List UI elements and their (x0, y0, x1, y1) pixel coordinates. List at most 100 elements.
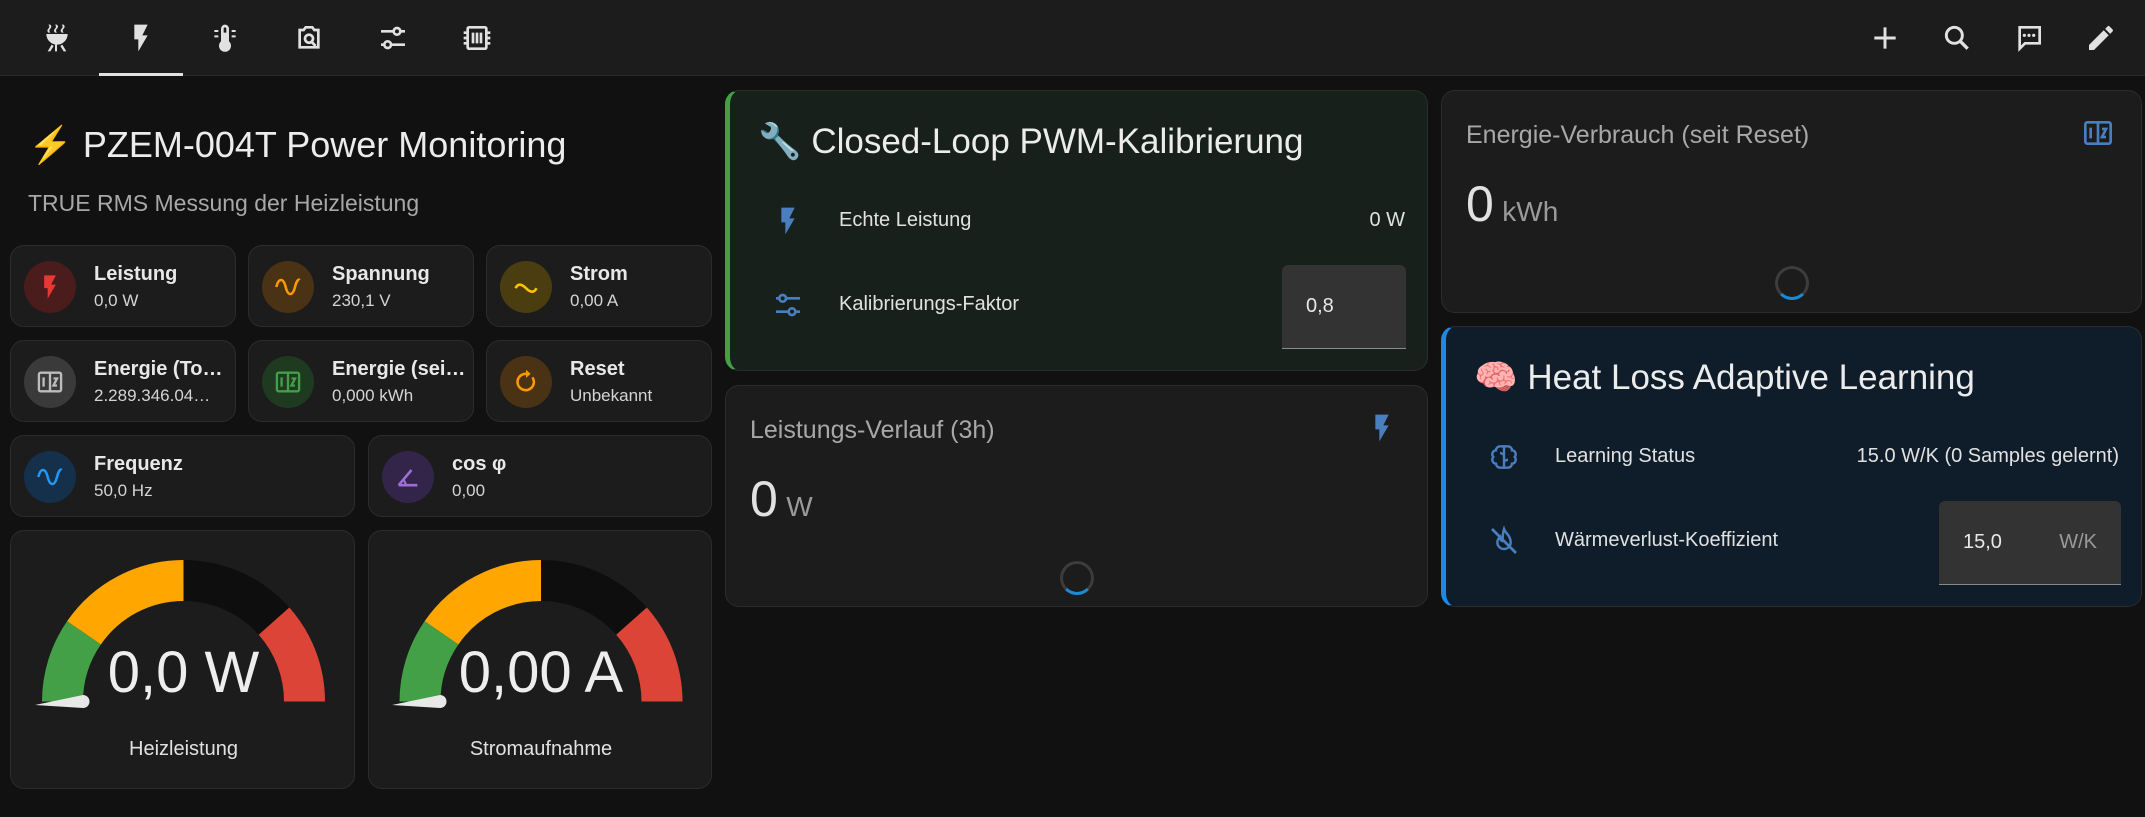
pwm-title-text: Closed-Loop PWM-Kalibrierung (811, 122, 1304, 161)
tune-sliders-icon (381, 26, 405, 50)
learning-status-value: 15.0 W/K (0 Samples gelernt) (1856, 445, 2119, 467)
counter-icon (2084, 121, 2112, 145)
edit-button[interactable] (2073, 10, 2129, 66)
tile-value: 0,000 kWh (332, 386, 414, 405)
search-button[interactable] (1929, 10, 1985, 66)
gauge-label: Heizleistung (129, 738, 238, 760)
tile-energie-total[interactable]: Energie (To… 2.289.346.04… (10, 340, 236, 422)
chat-icon (2018, 26, 2041, 52)
pzem-title-text: PZEM-004T Power Monitoring (82, 124, 567, 165)
tile-icon-wrap (500, 261, 552, 313)
tile-cos-phi[interactable]: cos φ 0,00 (368, 435, 712, 517)
gauge-segment-yellow (67, 560, 185, 645)
tile-name: cos φ (452, 453, 507, 475)
tile-name: Energie (sei… (332, 358, 466, 380)
pwm-calibration-card: 🔧 Closed-Loop PWM-Kalibrierung Echte Lei… (725, 90, 1428, 371)
heatloss-title: 🧠 Heat Loss Adaptive Learning (1474, 357, 1975, 398)
tile-frequenz[interactable]: Frequenz 50,0 Hz (10, 435, 355, 517)
input-unit: W/K (2059, 531, 2097, 553)
lightning-bolt-icon (781, 207, 795, 235)
gauge-card-stromaufnahme[interactable]: 0,00 A Stromaufnahme (368, 530, 712, 789)
tile-value: Unbekannt (570, 386, 653, 405)
verlauf-unit: W (786, 491, 813, 522)
gauge-segment-yellow (424, 560, 542, 645)
waermeverlust-input[interactable]: 15,0 W/K (1939, 501, 2121, 585)
gauge-label: Stromaufnahme (469, 738, 613, 760)
input-value: 15,0 (1963, 531, 2002, 553)
leistungs-verlauf-card[interactable]: Leistungs-Verlauf (3h) 0 W (725, 385, 1428, 607)
plus-icon (1874, 27, 1896, 49)
tile-name: Leistung (94, 263, 178, 285)
pwm-title: 🔧 Closed-Loop PWM-Kalibrierung (758, 121, 1303, 162)
gauge-segment-empty (540, 559, 647, 636)
energie-value-group: 0 kWh (1466, 175, 1558, 233)
flash-alert-icon (44, 275, 56, 299)
brain-icon (1491, 445, 1517, 469)
grill-icon (46, 24, 68, 52)
row-icon (1488, 441, 1520, 473)
tile-icon-wrap (24, 261, 76, 313)
echte-leistung-label[interactable]: Echte Leistung (839, 209, 971, 232)
pzem-subtitle: TRUE RMS Messung der Heizleistung (28, 190, 420, 216)
row-icon (772, 205, 804, 237)
tile-value: 2.289.346.04… (94, 386, 211, 405)
tab-settings[interactable] (351, 0, 435, 76)
lightning-bolt-icon (1375, 414, 1389, 442)
loading-spinner (1060, 561, 1094, 595)
kalibrierungs-faktor-input[interactable]: 0,8 (1282, 265, 1406, 349)
tile-icon-wrap (262, 356, 314, 408)
lightning-bolt-icon (134, 24, 148, 52)
input-value: 0,8 (1306, 295, 1334, 317)
lightning-emoji: ⚡ (28, 124, 73, 165)
tab-energy[interactable] (99, 0, 183, 76)
tab-camera[interactable] (267, 0, 351, 76)
energie-value: 0 (1466, 176, 1494, 232)
gauge-card-heizleistung[interactable]: 0,0 W Heizleistung (10, 530, 355, 789)
pzem-title: ⚡ PZEM-004T Power Monitoring (28, 124, 566, 166)
angle-acute-icon (397, 469, 418, 487)
sine-wave-icon (275, 278, 301, 296)
tile-value: 0,00 (452, 481, 486, 500)
tile-reset[interactable]: Reset Unbekannt (486, 340, 712, 422)
tile-value: 0,0 W (94, 291, 139, 310)
restart-icon (516, 369, 536, 392)
add-button[interactable] (1857, 10, 1913, 66)
tile-energie-seit[interactable]: Energie (sei… 0,000 kWh (248, 340, 474, 422)
tune-sliders-icon (776, 293, 800, 317)
verlauf-icon (1366, 412, 1398, 444)
loading-spinner (1775, 266, 1809, 300)
energie-icon (2082, 117, 2114, 149)
tab-thermometer[interactable] (183, 0, 267, 76)
counter-icon (37, 371, 63, 393)
tile-strom[interactable]: Strom 0,00 A (486, 245, 712, 327)
tile-value: 50,0 Hz (94, 481, 153, 500)
top-toolbar (0, 0, 2145, 76)
tab-grill[interactable] (15, 0, 99, 76)
waermeverlust-label: Wärmeverlust-Koeffizient (1555, 529, 1779, 551)
tile-icon-wrap (382, 451, 434, 503)
tile-leistung[interactable]: Leistung 0,0 W (10, 245, 236, 327)
tab-hardware[interactable] (435, 0, 519, 76)
energie-title: Energie-Verbrauch (seit Reset) (1466, 121, 1810, 149)
counter-icon (275, 371, 301, 393)
wrench-emoji: 🔧 (758, 122, 802, 161)
tile-name: Spannung (332, 263, 430, 285)
sine-wave-icon (37, 468, 63, 486)
tile-name: Energie (To… (94, 358, 223, 380)
thermometer-icon (214, 24, 236, 52)
tile-value: 230,1 V (332, 291, 391, 310)
pencil-icon (2089, 25, 2113, 50)
verlauf-value: 0 (750, 471, 778, 527)
verlauf-title: Leistungs-Verlauf (3h) (750, 416, 995, 444)
current-ac-icon (514, 283, 538, 293)
echte-leistung-value: 0 W (1369, 209, 1405, 231)
gauge-segment-empty (182, 559, 290, 636)
memory-chip-icon (463, 26, 491, 50)
tile-icon-wrap (24, 451, 76, 503)
brain-emoji: 🧠 (1474, 358, 1518, 397)
learning-status-label[interactable]: Learning Status (1555, 445, 1695, 468)
assist-button[interactable] (2001, 10, 2057, 66)
gauge-value: 0,00 A (458, 640, 624, 705)
energie-verbrauch-card[interactable]: Energie-Verbrauch (seit Reset) 0 kWh (1441, 90, 2142, 313)
tile-spannung[interactable]: Spannung 230,1 V (248, 245, 474, 327)
